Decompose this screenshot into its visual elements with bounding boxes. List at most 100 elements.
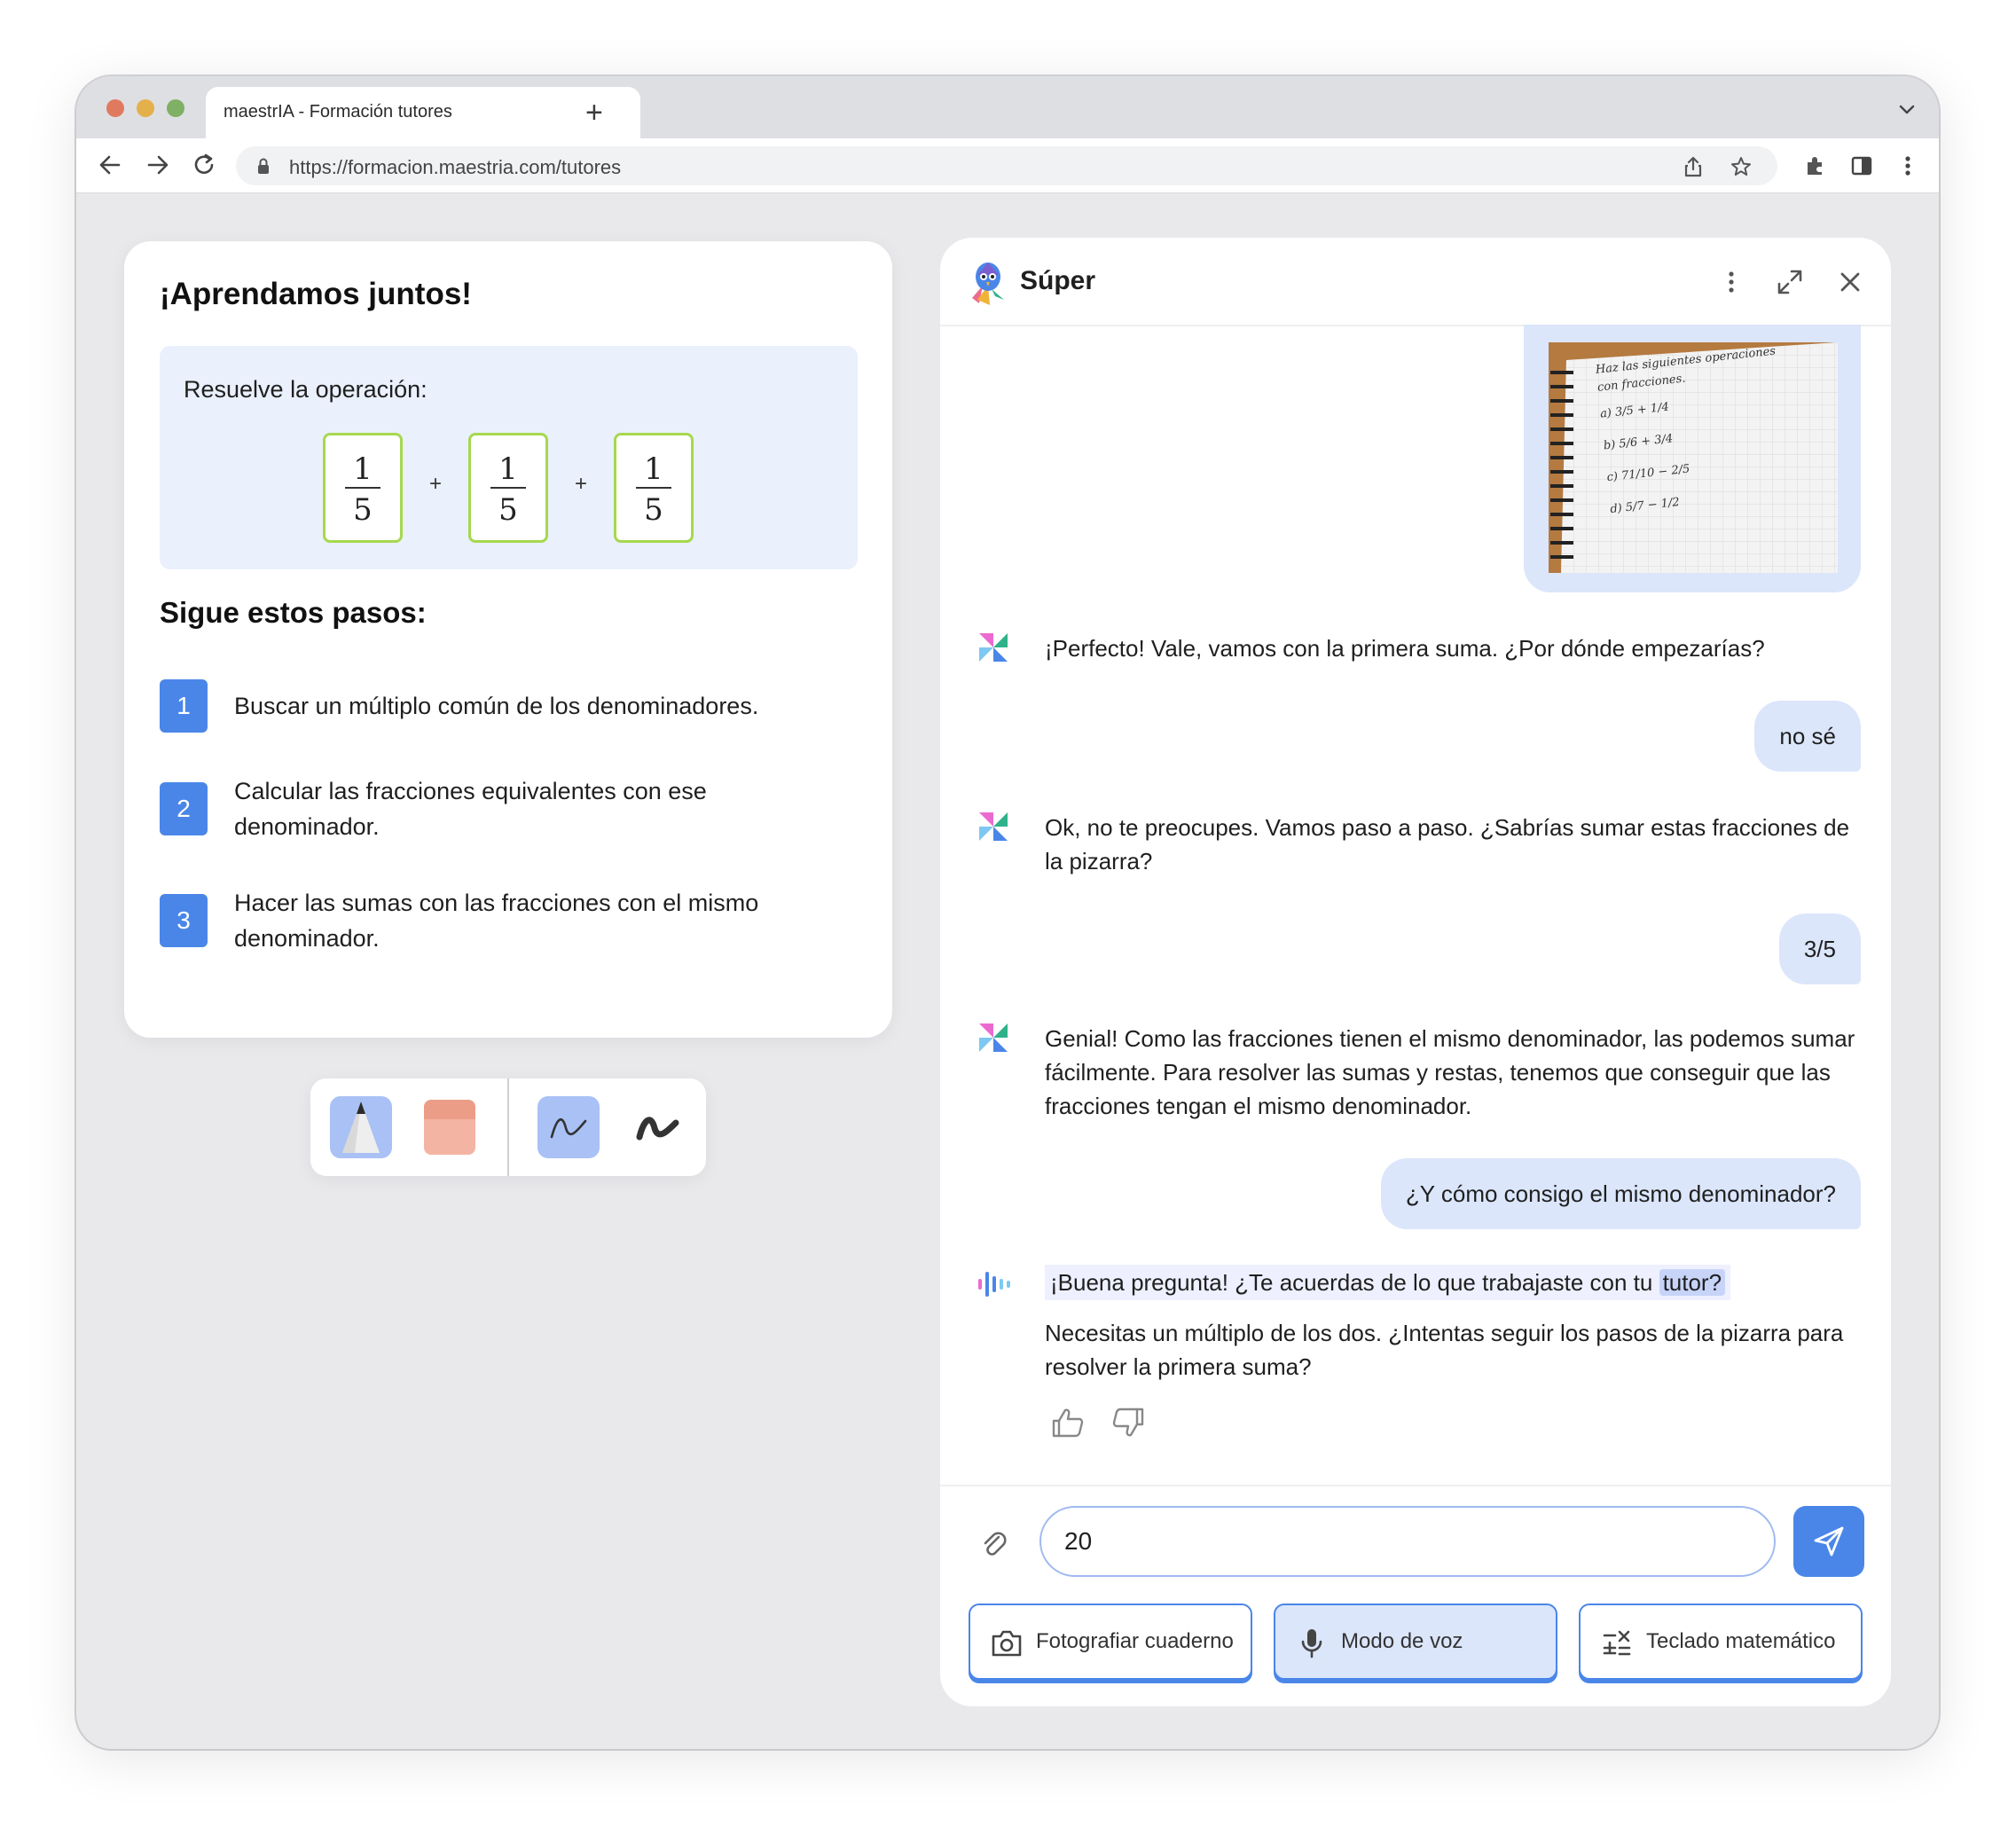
action-label: Teclado matemático [1646, 1629, 1836, 1653]
step-number: 1 [160, 679, 208, 733]
step-text: Hacer las sumas con las fracciones con e… [234, 890, 759, 952]
fraction-bar [636, 487, 671, 489]
pinwheel-icon [979, 633, 1008, 662]
thumbs-down-icon [1112, 1407, 1144, 1437]
eraser-icon [424, 1100, 475, 1155]
action-label: Fotografiar cuaderno [1036, 1629, 1234, 1653]
math-keyboard-button[interactable]: Teclado matemático [1579, 1604, 1863, 1680]
lesson-card: ¡Aprendamos juntos! Resuelve la operació… [124, 241, 892, 1038]
bot-message: Genial! Como las fracciones tienen el mi… [1045, 1025, 1855, 1119]
steps-title: Sigue estos pasos: [160, 596, 427, 629]
arrow-right-icon [147, 155, 169, 175]
thick-stroke-icon [636, 1117, 679, 1141]
plus-operator: + [429, 472, 443, 496]
fraction-denominator: 5 [644, 492, 663, 528]
browser-toolbar: https://formacion.maestria.com/tutores [76, 138, 1939, 193]
thumbs-up-button[interactable] [1050, 1405, 1086, 1440]
tools-divider [507, 1078, 509, 1176]
step-number: 3 [160, 894, 208, 947]
maximize-window-button[interactable] [167, 99, 184, 117]
plus-operator: + [575, 472, 588, 496]
action-label: Modo de voz [1341, 1629, 1463, 1653]
fraction-denominator: 5 [353, 492, 373, 528]
fraction-card: 1 5 [614, 433, 694, 543]
speaking-current-word: tutor? [1659, 1269, 1726, 1296]
fraction-numerator: 1 [498, 451, 518, 487]
eraser-tool[interactable] [419, 1096, 481, 1158]
message-input[interactable] [1039, 1506, 1776, 1577]
minimize-window-button[interactable] [137, 99, 154, 117]
send-button[interactable] [1793, 1506, 1864, 1577]
pencil-tool[interactable] [330, 1096, 392, 1158]
chat-header: Súper [940, 238, 1891, 326]
step-number: 2 [160, 782, 208, 835]
thin-stroke-tool[interactable] [537, 1096, 600, 1158]
user-message: ¿Y cómo consigo el mismo denominador? [1380, 1158, 1861, 1229]
operation-box: Resuelve la operación: 1 5 + 1 5 + 1 5 [160, 346, 858, 569]
more-vert-icon[interactable] [1893, 151, 1923, 181]
fraction-card: 1 5 [323, 433, 403, 543]
notebook-photo[interactable]: Haz las siguientes operaciones con fracc… [1549, 342, 1838, 573]
attach-button[interactable] [976, 1525, 1011, 1561]
fraction-card: 1 5 [468, 433, 548, 543]
extensions-icon[interactable] [1800, 151, 1831, 181]
reload-icon [194, 153, 214, 174]
footer-divider [940, 1485, 1891, 1486]
fraction-denominator: 5 [498, 492, 518, 528]
user-message: no sé [1754, 701, 1861, 772]
photograph-notebook-button[interactable]: Fotografiar cuaderno [969, 1604, 1252, 1680]
voice-mode-button[interactable]: Modo de voz [1274, 1604, 1557, 1680]
pencil-icon [342, 1102, 380, 1153]
close-icon[interactable] [1834, 266, 1866, 298]
chat-panel: Súper Haz las siguientes operaciones con… [940, 238, 1891, 1706]
microphone-icon [1295, 1627, 1329, 1660]
paperclip-icon [984, 1532, 1007, 1556]
fraction-bar [490, 487, 526, 489]
step-text: Buscar un múltiplo común de los denomina… [234, 693, 759, 719]
pinwheel-icon [979, 1023, 1008, 1052]
step-text: Calcular las fracciones equivalentes con… [234, 778, 707, 840]
fraction-numerator: 1 [353, 451, 373, 487]
pinwheel-icon [979, 812, 1008, 841]
sidebar-icon[interactable] [1847, 151, 1877, 181]
chat-title: Súper [1020, 266, 1096, 295]
user-message: 3/5 [1778, 914, 1861, 984]
share-icon[interactable] [1680, 153, 1706, 180]
user-photo-message: Haz las siguientes operaciones con fracc… [1524, 325, 1861, 592]
send-icon [1814, 1526, 1844, 1556]
close-window-button[interactable] [106, 99, 124, 117]
voice-wave-icon [978, 1272, 1010, 1297]
speaking-text: ¡Buena pregunta! ¿Te acuerdas de lo que … [1050, 1269, 1659, 1296]
back-button[interactable] [94, 149, 126, 181]
photo-item: c) 71/10 − 2/5 [1605, 462, 1691, 485]
thick-stroke-tool[interactable] [626, 1096, 688, 1158]
bot-message: Necesitas un múltiplo de los dos. ¿Inten… [1045, 1320, 1844, 1380]
browser-tab[interactable]: maestrIA - Formación tutores [206, 87, 640, 138]
operation-label: Resuelve la operación: [184, 376, 428, 403]
chevron-down-icon[interactable] [1896, 101, 1918, 117]
tab-bar: maestrIA - Formación tutores + [76, 76, 1939, 138]
url-text: https://formacion.maestria.com/tutores [289, 156, 622, 178]
expand-icon[interactable] [1774, 266, 1806, 298]
arrow-left-icon [99, 155, 121, 175]
thumbs-down-button[interactable] [1110, 1405, 1146, 1440]
fraction-bar [345, 487, 380, 489]
reload-button[interactable] [188, 149, 220, 181]
drawing-toolbar [310, 1078, 706, 1176]
bot-message: Ok, no te preocupes. Vamos paso a paso. … [1045, 814, 1850, 874]
math-keyboard-icon [1600, 1627, 1634, 1660]
bot-message: ¡Perfecto! Vale, vamos con la primera su… [1045, 635, 1765, 662]
more-vert-icon[interactable] [1715, 266, 1747, 298]
forward-button[interactable] [142, 149, 174, 181]
thumbs-up-icon [1052, 1408, 1084, 1438]
thin-stroke-icon [550, 1118, 587, 1139]
speaking-line: ¡Buena pregunta! ¿Te acuerdas de lo que … [1045, 1265, 1731, 1300]
photo-item: b) 5/6 + 3/4 [1603, 432, 1674, 453]
new-tab-button[interactable]: + [585, 98, 603, 128]
lesson-title: ¡Aprendamos juntos! [160, 277, 472, 311]
fraction-numerator: 1 [644, 451, 663, 487]
address-bar[interactable]: https://formacion.maestria.com/tutores [236, 146, 1777, 185]
star-icon[interactable] [1728, 153, 1754, 180]
tab-title: maestrIA - Formación tutores [224, 102, 452, 122]
lock-icon [258, 158, 269, 174]
